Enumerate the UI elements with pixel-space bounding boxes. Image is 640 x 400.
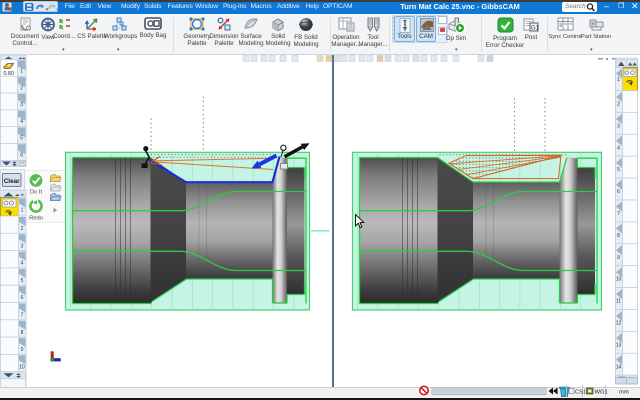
svg-text:mm: mm: [619, 390, 629, 396]
svg-text:5: 5: [21, 278, 24, 284]
svg-text:5: 5: [617, 167, 620, 173]
svg-text:2: 2: [21, 226, 24, 232]
svg-text:6: 6: [20, 153, 23, 159]
svg-text:Clear: Clear: [4, 178, 20, 185]
svg-text:WG1: WG1: [595, 390, 608, 396]
svg-text:1: 1: [617, 77, 620, 83]
svg-text:6: 6: [617, 189, 620, 195]
svg-text:7: 7: [617, 211, 620, 217]
svg-text:1: 1: [20, 69, 23, 75]
svg-text:3: 3: [20, 102, 23, 108]
svg-text:10: 10: [616, 277, 622, 283]
svg-text:2: 2: [617, 102, 620, 108]
svg-text:3: 3: [21, 243, 24, 249]
svg-text:Redo: Redo: [29, 216, 43, 222]
svg-text:11: 11: [616, 299, 621, 305]
svg-text:1: 1: [21, 208, 24, 214]
svg-text:10: 10: [19, 364, 25, 370]
svg-text:9: 9: [21, 347, 24, 353]
svg-text:6: 6: [21, 295, 24, 301]
svg-text:8: 8: [21, 330, 24, 336]
svg-text:9: 9: [617, 255, 620, 261]
svg-text:5: 5: [20, 136, 23, 142]
svg-text:Do It: Do It: [30, 190, 43, 196]
svg-text:4: 4: [20, 119, 23, 125]
svg-text:CS1: CS1: [575, 390, 586, 396]
svg-text:14: 14: [616, 364, 622, 370]
svg-text:0.80: 0.80: [3, 71, 14, 77]
svg-text:7: 7: [21, 313, 24, 319]
svg-text:12: 12: [616, 321, 622, 327]
svg-text:13: 13: [616, 342, 622, 348]
svg-text:8: 8: [617, 233, 620, 239]
svg-text:3: 3: [617, 123, 620, 129]
svg-text:2: 2: [20, 85, 23, 91]
svg-text:4: 4: [21, 261, 24, 267]
svg-text:4: 4: [617, 145, 620, 151]
